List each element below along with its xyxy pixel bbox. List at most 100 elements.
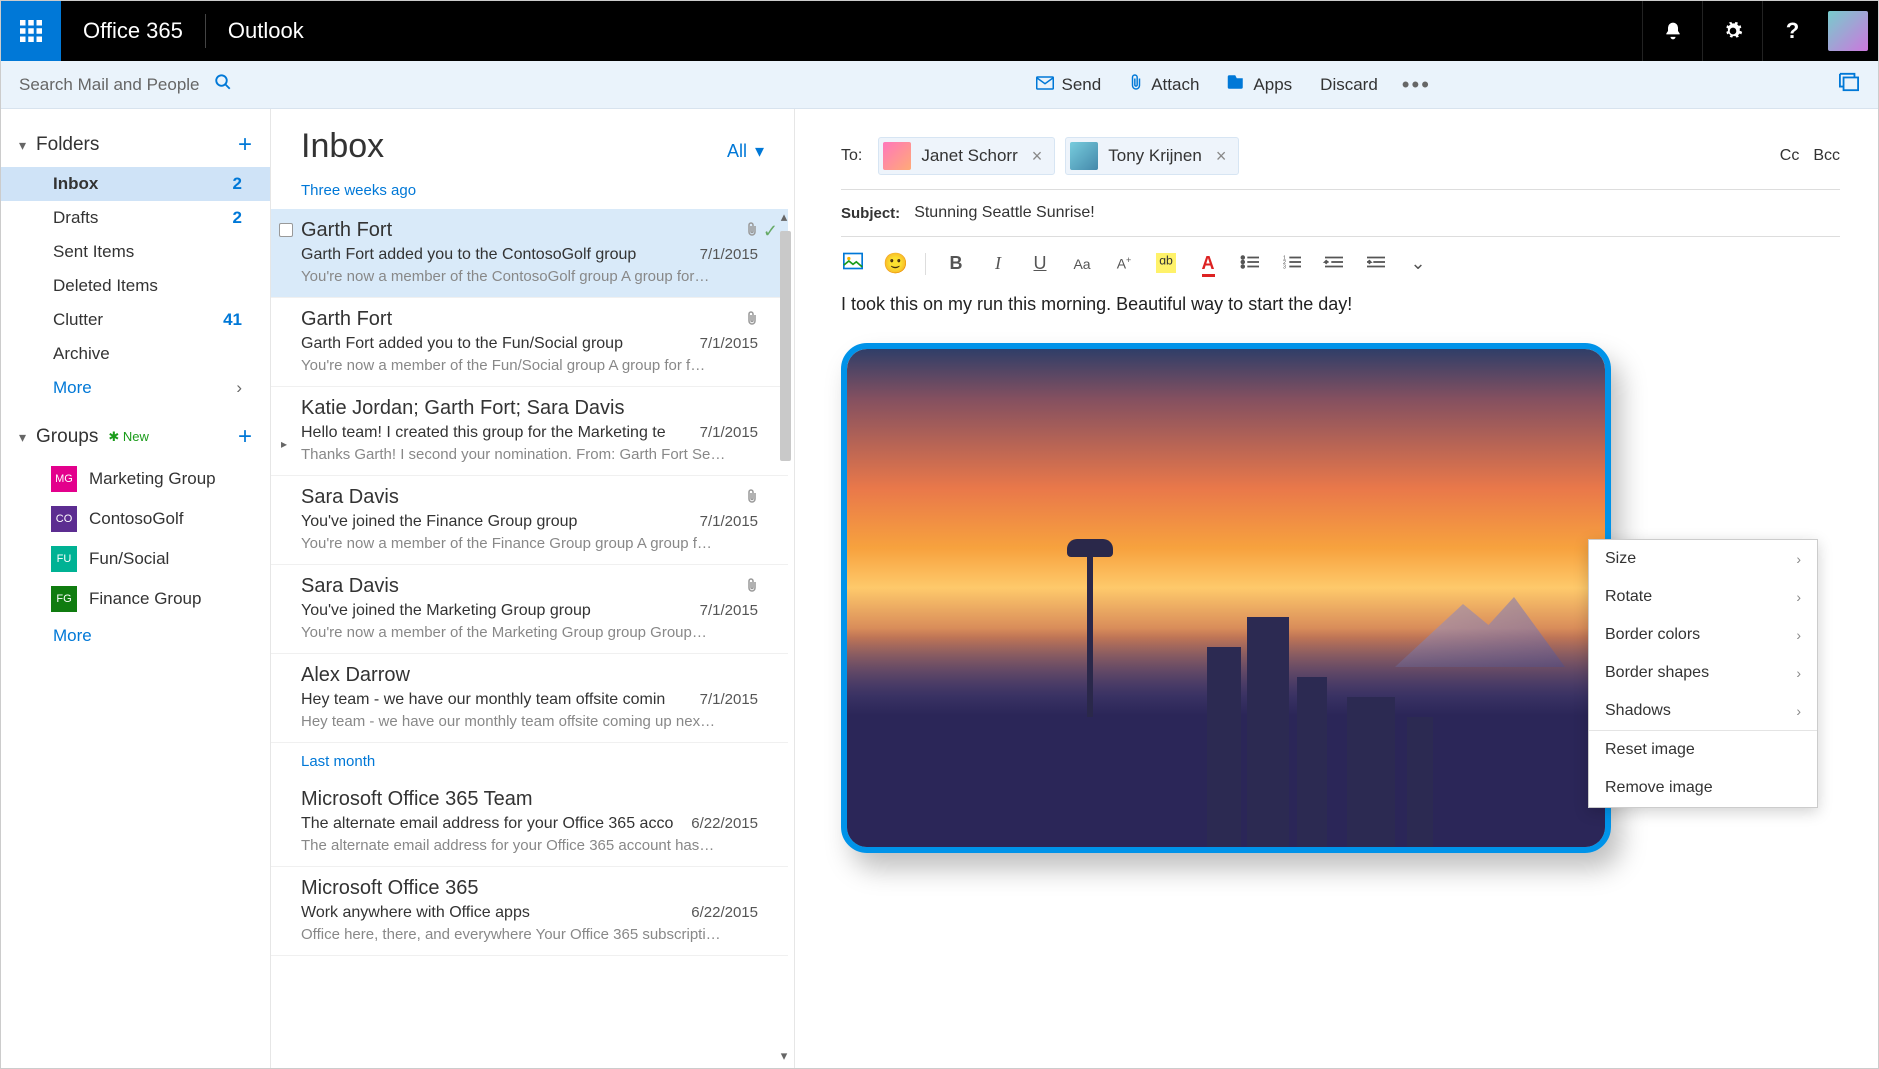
- message-item[interactable]: Alex DarrowHey team - we have our monthl…: [271, 654, 788, 743]
- svg-text:3: 3: [1283, 264, 1286, 270]
- ctx-size[interactable]: Size›: [1589, 540, 1817, 578]
- group-marketing-group[interactable]: MG Marketing Group: [1, 459, 270, 499]
- folder-deleted-items[interactable]: Deleted Items: [1, 269, 270, 303]
- notifications-icon[interactable]: [1642, 1, 1702, 61]
- settings-icon[interactable]: [1702, 1, 1762, 61]
- inserted-image[interactable]: [841, 343, 1611, 853]
- group-contosogolf[interactable]: CO ContosoGolf: [1, 499, 270, 539]
- folder-label: Sent Items: [53, 242, 134, 262]
- message-item[interactable]: Microsoft Office 365 TeamThe alternate e…: [271, 778, 788, 867]
- to-row: To: Janet Schorr × Tony Krijnen × Cc Bcc: [841, 129, 1840, 190]
- indent-button[interactable]: [1364, 253, 1388, 274]
- groups-more[interactable]: More: [1, 619, 270, 653]
- help-icon[interactable]: ?: [1762, 1, 1822, 61]
- discard-button[interactable]: Discard: [1306, 75, 1392, 95]
- numbering-button[interactable]: 123: [1280, 253, 1304, 274]
- message-date: 7/1/2015: [700, 335, 758, 352]
- scrollbar[interactable]: ▴ ▾: [774, 209, 794, 1068]
- group-fun/social[interactable]: FU Fun/Social: [1, 539, 270, 579]
- folders-more[interactable]: More ›: [1, 371, 270, 405]
- message-item[interactable]: ▸Katie Jordan; Garth Fort; Sara DavisHel…: [271, 387, 788, 476]
- group-tile: MG: [51, 466, 77, 492]
- message-subject: You've joined the Finance Group group: [301, 513, 688, 531]
- checkbox[interactable]: [279, 223, 293, 237]
- paperclip-icon: [1129, 73, 1143, 96]
- chevron-right-icon: ›: [1796, 703, 1801, 719]
- user-avatar[interactable]: [1828, 11, 1868, 51]
- recipient-chip[interactable]: Tony Krijnen ×: [1065, 137, 1239, 175]
- message-item[interactable]: Garth Fort✓Garth Fort added you to the C…: [271, 209, 788, 298]
- app-name: Outlook: [206, 18, 326, 44]
- bullets-button[interactable]: [1238, 253, 1262, 274]
- chevron-right-icon: ›: [1796, 665, 1801, 681]
- bold-button[interactable]: B: [944, 253, 968, 274]
- cc-button[interactable]: Cc: [1780, 147, 1800, 165]
- compose-pane: To: Janet Schorr × Tony Krijnen × Cc Bcc…: [795, 109, 1878, 1068]
- fontgrow-button[interactable]: A+: [1112, 255, 1136, 272]
- format-more-button[interactable]: ⌄: [1406, 253, 1430, 274]
- recipient-chip[interactable]: Janet Schorr ×: [878, 137, 1055, 175]
- ctx-remove-image[interactable]: Remove image: [1589, 769, 1817, 807]
- subject-label: Subject:: [841, 205, 900, 222]
- apps-label: Apps: [1253, 75, 1292, 95]
- message-preview: The alternate email address for your Off…: [301, 837, 758, 854]
- fontcolor-button[interactable]: A: [1196, 253, 1220, 274]
- ctx-shadows[interactable]: Shadows ›: [1589, 692, 1817, 730]
- message-subject: Hello team! I created this group for the…: [301, 424, 688, 442]
- highlight-button[interactable]: ᵅᵇ: [1154, 253, 1178, 274]
- list-filter[interactable]: All ▾: [727, 141, 764, 162]
- folder-label: Archive: [53, 344, 110, 364]
- scroll-down-icon[interactable]: ▾: [774, 1048, 794, 1068]
- folder-sent-items[interactable]: Sent Items: [1, 235, 270, 269]
- folder-archive[interactable]: Archive: [1, 337, 270, 371]
- subject-input[interactable]: Stunning Seattle Sunrise!: [914, 204, 1095, 222]
- brand-label: Office 365: [61, 18, 205, 44]
- top-bar: Office 365 Outlook ?: [1, 1, 1878, 61]
- apps-button[interactable]: Apps: [1213, 73, 1306, 96]
- attach-button[interactable]: Attach: [1115, 73, 1213, 96]
- group-label: ContosoGolf: [89, 509, 184, 529]
- search-input[interactable]: Search Mail and People: [19, 75, 200, 95]
- group-finance-group[interactable]: FG Finance Group: [1, 579, 270, 619]
- fontsize-button[interactable]: Aa: [1070, 256, 1094, 272]
- insert-image-icon[interactable]: [841, 252, 865, 275]
- add-folder-icon[interactable]: +: [238, 131, 252, 159]
- add-group-icon[interactable]: +: [238, 423, 252, 451]
- ctx-reset-image[interactable]: Reset image: [1589, 731, 1817, 769]
- compose-body[interactable]: I took this on my run this morning. Beau…: [841, 294, 1840, 315]
- chevron-right-icon: ›: [1796, 627, 1801, 643]
- outdent-button[interactable]: [1322, 253, 1346, 274]
- message-item[interactable]: Sara DavisYou've joined the Marketing Gr…: [271, 565, 788, 654]
- conversation-icon: ▸: [281, 437, 287, 451]
- remove-icon[interactable]: ×: [1028, 146, 1047, 167]
- popout-icon[interactable]: [1838, 72, 1860, 98]
- underline-button[interactable]: U: [1028, 253, 1052, 274]
- message-item[interactable]: Microsoft Office 365Work anywhere with O…: [271, 867, 788, 956]
- folder-drafts[interactable]: Drafts2: [1, 201, 270, 235]
- ctx-rotate[interactable]: Rotate›: [1589, 578, 1817, 616]
- scroll-up-icon[interactable]: ▴: [774, 209, 794, 229]
- folders-header[interactable]: ▾ Folders +: [1, 123, 270, 167]
- ctx-border-colors[interactable]: Border colors›: [1589, 616, 1817, 654]
- folder-inbox[interactable]: Inbox2: [1, 167, 270, 201]
- discard-label: Discard: [1320, 75, 1378, 95]
- groups-header[interactable]: ▾ Groups ✱ New +: [1, 415, 270, 459]
- italic-button[interactable]: I: [986, 253, 1010, 274]
- bcc-button[interactable]: Bcc: [1813, 147, 1840, 165]
- remove-icon[interactable]: ×: [1212, 146, 1231, 167]
- overflow-button[interactable]: •••: [1392, 72, 1441, 98]
- send-button[interactable]: Send: [1022, 74, 1116, 95]
- ctx-border-shapes[interactable]: Border shapes›: [1589, 654, 1817, 692]
- ctx-label: Shadows: [1605, 702, 1671, 720]
- app-launcher-icon[interactable]: [1, 1, 61, 61]
- message-item[interactable]: Sara DavisYou've joined the Finance Grou…: [271, 476, 788, 565]
- group-label: Marketing Group: [89, 469, 216, 489]
- message-item[interactable]: Garth FortGarth Fort added you to the Fu…: [271, 298, 788, 387]
- search-icon[interactable]: [214, 73, 232, 96]
- message-date: 7/1/2015: [700, 424, 758, 441]
- folder-clutter[interactable]: Clutter41: [1, 303, 270, 337]
- message-date: 7/1/2015: [700, 691, 758, 708]
- message-preview: Thanks Garth! I second your nomination. …: [301, 446, 758, 463]
- scroll-thumb[interactable]: [780, 231, 791, 461]
- emoji-icon[interactable]: 🙂: [883, 251, 907, 276]
